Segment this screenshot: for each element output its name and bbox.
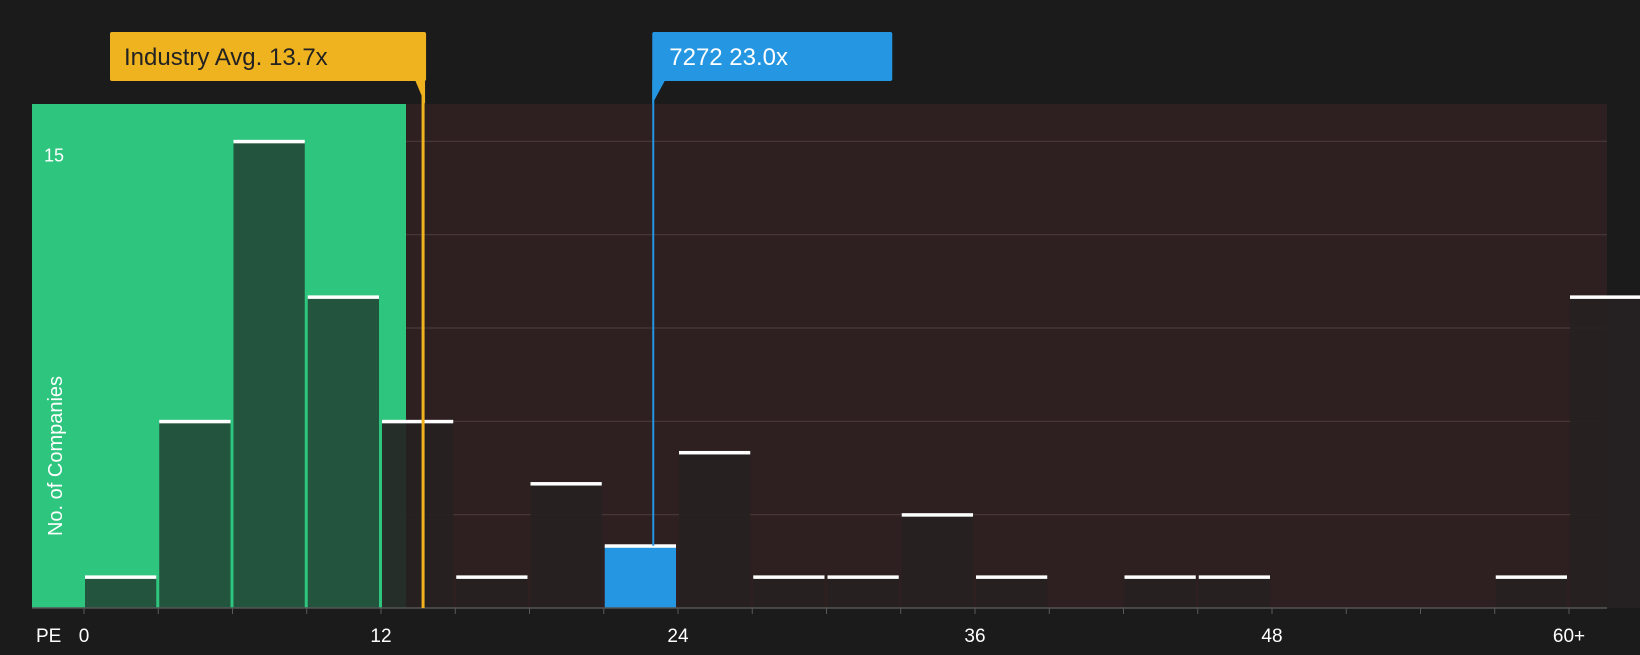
histogram-bar-cap: [1198, 575, 1270, 579]
x-tick-label: 0: [79, 626, 90, 647]
x-tick-label: 60+: [1553, 626, 1585, 647]
histogram-bar-cap: [1570, 295, 1640, 299]
histogram-bar: [456, 576, 528, 608]
industry-average-label: Industry Avg. 13.7x: [124, 44, 328, 71]
histogram-bar-cap: [604, 544, 676, 548]
histogram-bar: [827, 576, 899, 608]
x-tick-label: 36: [964, 626, 985, 647]
histogram-bar: [233, 141, 305, 609]
histogram-bar: [85, 576, 157, 608]
histogram-bar: [753, 576, 825, 608]
y-axis-label: No. of Companies: [45, 376, 67, 536]
histogram-bar: [976, 576, 1048, 608]
histogram-bar-cap: [159, 419, 231, 424]
histogram-bar-cap: [382, 419, 454, 424]
histogram-bar-cap: [307, 295, 379, 299]
histogram-bar: [530, 483, 602, 608]
histogram-bar-cap: [827, 575, 899, 579]
histogram-bar-cap: [530, 482, 602, 486]
histogram-bar: [1495, 576, 1567, 608]
histogram-bar-cap: [233, 139, 305, 144]
histogram-bar: [1198, 576, 1270, 608]
histogram-bar: [307, 296, 379, 608]
histogram-bar: [159, 421, 231, 608]
y-tick-label: 15: [44, 145, 64, 165]
histogram-bar-cap: [456, 575, 528, 579]
histogram-bar-cap: [679, 450, 751, 455]
histogram-bar-cap: [901, 513, 973, 517]
histogram-bar-cap: [753, 575, 825, 579]
x-tick-label: 12: [370, 626, 391, 647]
histogram-bar: [604, 545, 676, 608]
histogram-bar-cap: [85, 575, 157, 579]
histogram-bar: [679, 452, 751, 608]
histogram-bar: [901, 514, 973, 608]
histogram-bar-cap: [976, 575, 1048, 579]
histogram-bar: [1124, 576, 1196, 608]
histogram-bar: [382, 421, 454, 608]
histogram-bar-cap: [1124, 575, 1196, 579]
x-axis-label: PE: [36, 626, 61, 647]
x-tick-label: 48: [1261, 626, 1282, 647]
pe-distribution-chart: 0 12 24 36 48 60+ PE 15 No. of Companies Industry…: [0, 0, 1640, 650]
company-pe-label: 7272 23.0x: [669, 44, 788, 71]
histogram-bar: [1570, 296, 1640, 608]
pe-histogram-svg: 0 12 24 36 48 60+ PE 15 No. of Companies Industry…: [32, 32, 1640, 647]
x-tick-label: 24: [667, 626, 689, 647]
histogram-bar-cap: [1495, 575, 1567, 579]
